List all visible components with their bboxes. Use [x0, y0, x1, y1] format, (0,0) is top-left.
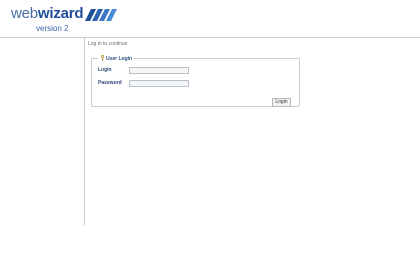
key-icon	[100, 55, 105, 61]
intro-text: Log in to continue	[88, 41, 128, 47]
webwizard-logo: webwizard version 2	[11, 5, 121, 35]
logo-version: version 2	[36, 24, 69, 33]
login-button[interactable]: Login	[272, 98, 291, 107]
page: webwizard version 2 Log in to continue U…	[0, 0, 420, 257]
user-login-box: User Login Login Password Login	[91, 55, 300, 107]
header: webwizard version 2	[0, 0, 420, 38]
login-input[interactable]	[129, 67, 189, 74]
column-divider	[84, 38, 85, 225]
logo-word-wizard: wizard	[37, 5, 84, 22]
login-box-title: User Login	[106, 56, 133, 62]
left-panel	[0, 38, 84, 257]
login-label: Login	[98, 67, 112, 73]
logo-wordmark: webwizard	[11, 5, 84, 23]
logo-word-web: web	[11, 5, 38, 22]
password-label: Password	[98, 80, 122, 86]
logo-stripes-icon	[85, 9, 117, 21]
password-input[interactable]	[129, 80, 189, 87]
login-box-legend: User Login	[98, 55, 135, 63]
